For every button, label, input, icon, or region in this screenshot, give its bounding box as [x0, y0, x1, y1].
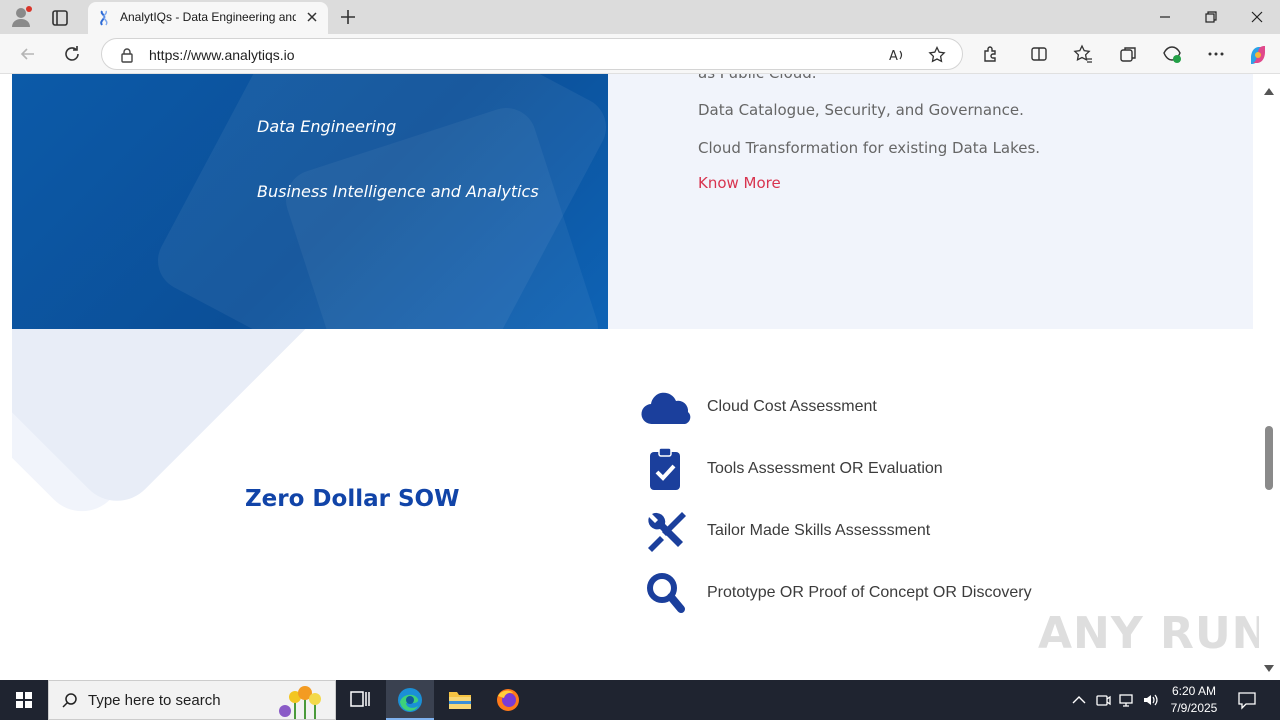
new-tab-icon[interactable] — [338, 7, 358, 27]
site-favicon-icon — [96, 10, 112, 26]
hero-image-panel: Data Engineering Business Intelligence a… — [12, 74, 608, 329]
favorite-star-icon[interactable] — [928, 45, 946, 64]
search-placeholder: Type here to search — [88, 692, 221, 709]
url-text[interactable]: https://www.analytiqs.io — [149, 47, 295, 63]
hero-description-line: Data Catalogue, Security, and Governance… — [698, 101, 1024, 119]
feature-label: Cloud Cost Assessment — [707, 398, 877, 415]
clipboard-check-icon — [640, 446, 692, 492]
firefox-icon[interactable] — [484, 680, 532, 720]
browser-tab-strip: AnalytIQs - Data Engineering and Analyti… — [0, 0, 1280, 34]
tray-chevron-up-icon[interactable] — [1070, 691, 1088, 709]
extensions-icon[interactable] — [981, 44, 1001, 64]
search-icon — [61, 692, 79, 710]
minimize-icon[interactable] — [1156, 8, 1174, 26]
hero-description-line: Cloud Transformation for existing Data L… — [698, 139, 1041, 157]
hero-description-line: as Public Cloud. — [698, 74, 817, 82]
favorites-icon[interactable] — [1073, 44, 1093, 64]
read-aloud-icon[interactable]: A — [888, 46, 906, 64]
split-screen-icon[interactable] — [1029, 44, 1049, 64]
feature-label: Prototype OR Proof of Concept OR Discove… — [707, 584, 1032, 601]
page-scrollbar[interactable] — [1259, 74, 1280, 678]
file-explorer-icon[interactable] — [436, 680, 484, 720]
system-clock[interactable]: 6:20 AM 7/9/2025 — [1162, 683, 1226, 717]
section-title: Zero Dollar SOW — [245, 486, 460, 512]
collections-icon[interactable] — [1118, 44, 1138, 64]
feature-item-tools-assessment: Tools Assessment OR Evaluation — [640, 446, 1240, 492]
windows-taskbar: Type here to search 6:20 AM 7/9/2025 — [0, 680, 1280, 720]
scroll-down-icon[interactable] — [1264, 658, 1274, 672]
browser-toolbar: https://www.analytiqs.io A — [0, 34, 1280, 74]
scroll-up-icon[interactable] — [1264, 80, 1274, 95]
network-icon[interactable] — [1118, 691, 1136, 709]
watermark-text: ANY RUN — [1038, 608, 1270, 659]
clock-date: 7/9/2025 — [1170, 701, 1218, 715]
edge-taskbar-icon[interactable] — [386, 680, 434, 720]
more-menu-icon[interactable] — [1206, 44, 1226, 64]
volume-icon[interactable] — [1142, 691, 1160, 709]
close-window-icon[interactable] — [1248, 8, 1266, 26]
cloud-icon — [640, 384, 692, 430]
tools-icon — [640, 508, 692, 554]
feature-label: Tools Assessment OR Evaluation — [707, 460, 943, 477]
meet-now-icon[interactable] — [1094, 691, 1112, 709]
browser-tab-active[interactable]: AnalytIQs - Data Engineering and Analyti… — [88, 2, 328, 34]
magnifier-icon — [640, 570, 692, 616]
hero-service-item: Business Intelligence and Analytics — [257, 182, 539, 201]
task-view-icon[interactable] — [336, 680, 384, 720]
back-icon[interactable] — [18, 44, 38, 64]
tab-title: AnalytIQs - Data Engineering and Analyti… — [120, 10, 296, 24]
site-info-icon[interactable] — [119, 47, 135, 63]
taskbar-search-box[interactable]: Type here to search — [48, 680, 336, 720]
notification-center-icon[interactable] — [1236, 690, 1258, 710]
flowers-illustration-icon — [265, 683, 335, 719]
browser-essentials-icon[interactable] — [1162, 44, 1182, 64]
hero-text-panel: as Public Cloud. Data Catalogue, Securit… — [608, 74, 1253, 329]
refresh-icon[interactable] — [62, 44, 82, 64]
hero-service-item: Data Engineering — [257, 117, 397, 136]
clock-time: 6:20 AM — [1171, 684, 1217, 698]
feature-label: Tailor Made Skills Assesssment — [707, 522, 931, 539]
know-more-link[interactable]: Know More — [698, 174, 781, 192]
profile-icon[interactable] — [10, 6, 34, 28]
feature-item-cloud-cost: Cloud Cost Assessment — [640, 384, 1240, 430]
svg-text:A: A — [889, 49, 898, 64]
feature-item-skills-assessment: Tailor Made Skills Assesssment — [640, 508, 1240, 554]
scroll-thumb[interactable] — [1265, 426, 1273, 490]
page-viewport: Data Engineering Business Intelligence a… — [0, 74, 1280, 678]
restore-icon[interactable] — [1202, 8, 1220, 26]
start-button[interactable] — [0, 680, 48, 720]
address-bar[interactable]: https://www.analytiqs.io A — [101, 38, 963, 70]
close-tab-icon[interactable] — [304, 9, 320, 25]
copilot-icon[interactable] — [1247, 44, 1267, 64]
tab-actions-icon[interactable] — [50, 8, 70, 28]
